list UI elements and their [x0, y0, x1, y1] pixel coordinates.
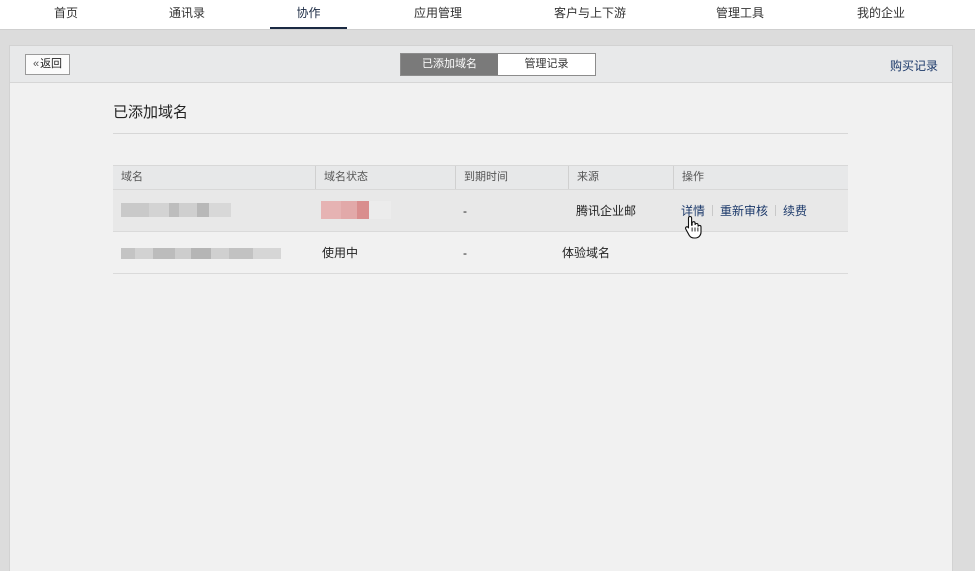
column-header-source: 来源	[568, 166, 673, 189]
redacted-status	[321, 201, 391, 219]
divider	[775, 205, 777, 216]
nav-item-management-tools[interactable]: 管理工具	[712, 0, 768, 30]
content-card: «返回 已添加域名 管理记录 购买记录 已添加域名 域名 域名状态 到期时间 来…	[9, 45, 953, 571]
back-button[interactable]: «返回	[25, 54, 70, 75]
column-header-domain: 域名	[121, 171, 143, 183]
card-header: «返回 已添加域名 管理记录 购买记录	[10, 46, 952, 83]
nav-item-customers-partners[interactable]: 客户与上下游	[550, 0, 630, 30]
page-title: 已添加域名	[113, 104, 189, 121]
nav-item-collaboration[interactable]: 协作	[270, 0, 347, 30]
column-header-status: 域名状态	[315, 166, 455, 189]
table-row[interactable]: - 腾讯企业邮 详情 重新审核 续费	[113, 190, 848, 232]
nav-item-app-management[interactable]: 应用管理	[410, 0, 466, 30]
status-value: 使用中	[322, 246, 359, 260]
back-button-label: 返回	[40, 58, 63, 70]
table-row[interactable]: 使用中 - 体验域名	[113, 232, 848, 274]
expiry-value: -	[463, 204, 467, 218]
redacted-domain	[121, 248, 281, 259]
divider	[712, 205, 714, 216]
divider	[113, 133, 848, 134]
purchase-records-link[interactable]: 购买记录	[890, 57, 938, 74]
renew-link[interactable]: 续费	[783, 204, 807, 218]
tab-switcher: 已添加域名 管理记录	[400, 53, 596, 76]
column-header-actions: 操作	[673, 166, 848, 189]
nav-item-my-company[interactable]: 我的企业	[853, 0, 909, 30]
redacted-domain	[121, 203, 231, 217]
nav-item-home[interactable]: 首页	[52, 0, 80, 30]
re-review-link[interactable]: 重新审核	[720, 204, 768, 218]
top-navigation: 首页 通讯录 协作 应用管理 客户与上下游 管理工具 我的企业	[0, 0, 975, 30]
tab-management-records[interactable]: 管理记录	[498, 54, 595, 75]
expiry-value: -	[463, 246, 467, 260]
source-value: 腾讯企业邮	[576, 204, 637, 218]
tab-added-domains[interactable]: 已添加域名	[401, 54, 498, 75]
column-header-expiry: 到期时间	[455, 166, 568, 189]
hand-pointer-icon	[684, 215, 702, 239]
domain-table: 域名 域名状态 到期时间 来源 操作 - 腾讯企业邮 详情 重新审核 续费 使用…	[113, 165, 848, 274]
source-value: 体验域名	[562, 246, 611, 260]
table-header: 域名 域名状态 到期时间 来源 操作	[113, 165, 848, 190]
nav-item-contacts[interactable]: 通讯录	[165, 0, 209, 30]
double-chevron-left-icon: «	[32, 58, 40, 70]
